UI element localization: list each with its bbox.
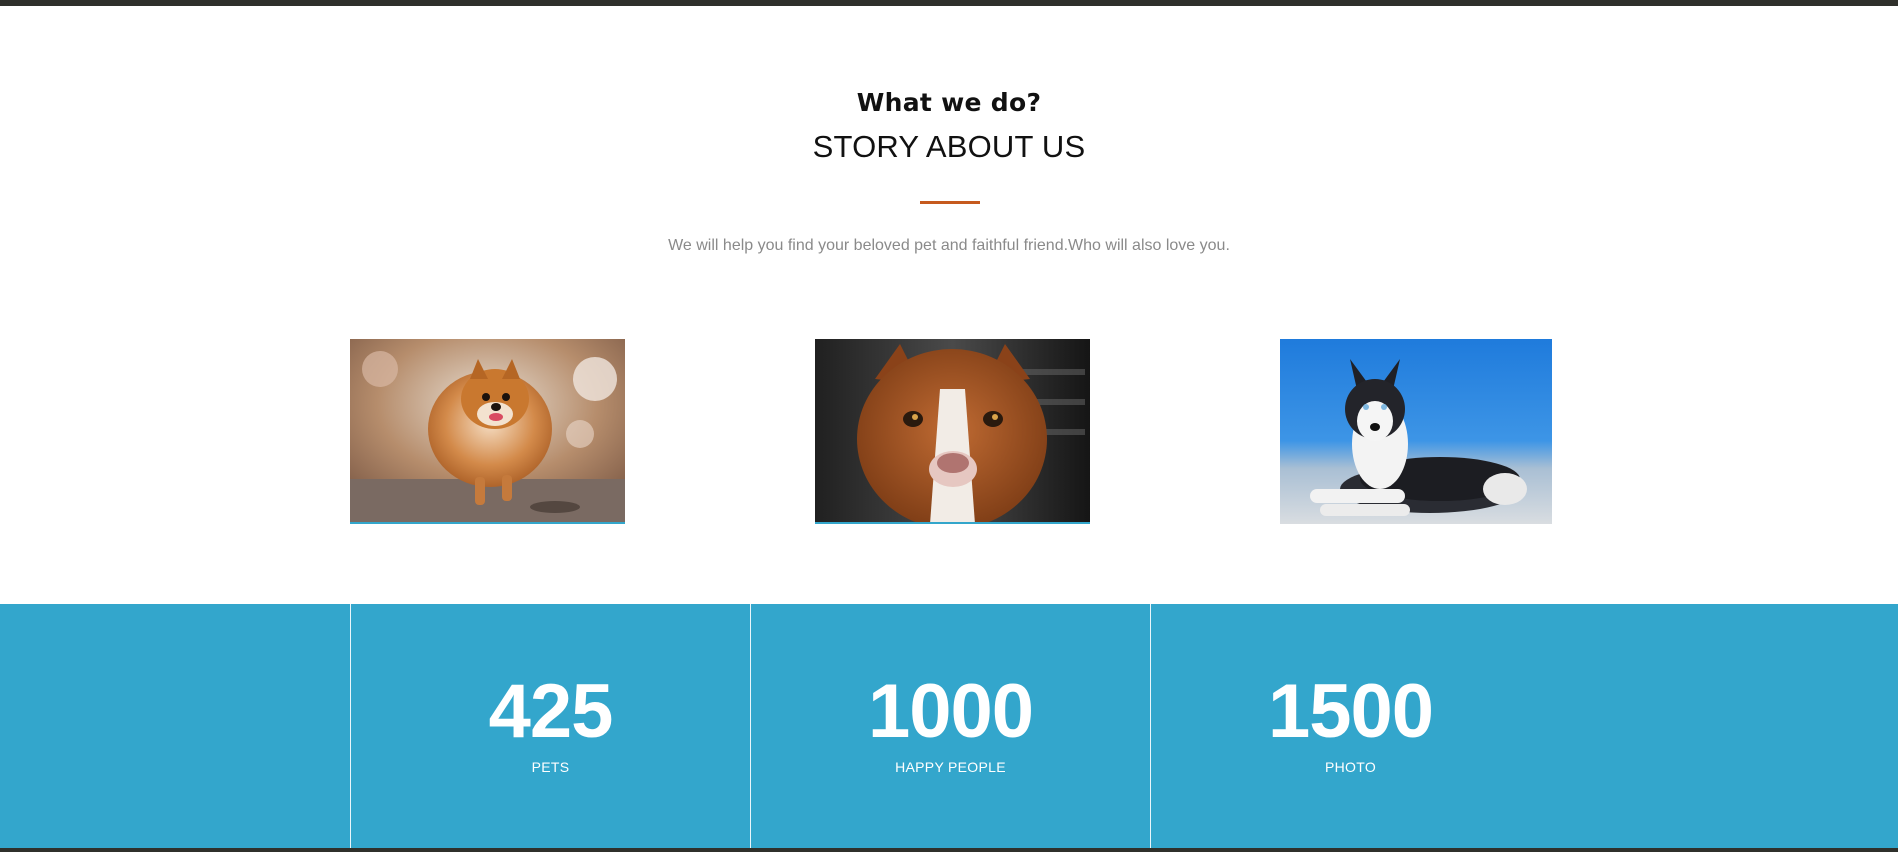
- stat-pets: 425 PETS: [350, 604, 750, 848]
- section-eyebrow: What we do?: [856, 88, 1042, 117]
- stat-label: PETS: [531, 759, 570, 775]
- stat-number: 1500: [1267, 669, 1434, 754]
- stat-happy-people: 1000 HAPPY PEOPLE: [750, 604, 1150, 848]
- photo-underline: [815, 522, 1090, 524]
- stat-label: PHOTO: [1324, 759, 1377, 775]
- stat-label: HAPPY PEOPLE: [895, 759, 1006, 775]
- header-bottom-edge: [0, 0, 1898, 6]
- pomeranian-photo[interactable]: [350, 339, 625, 524]
- pitbull-photo[interactable]: [815, 339, 1090, 524]
- stat-number: 425: [488, 669, 614, 754]
- footer-top-edge: [0, 848, 1898, 852]
- husky-photo[interactable]: [1280, 339, 1552, 524]
- section-subtitle: We will help you find your beloved pet a…: [668, 237, 1230, 254]
- stat-number: 1000: [867, 669, 1034, 754]
- photo-underline: [350, 522, 625, 524]
- title-divider: [920, 201, 980, 204]
- stat-photo: 1500 PHOTO: [1150, 604, 1550, 848]
- stats-band: 425 PETS 1000 HAPPY PEOPLE 1500 PHOTO: [0, 604, 1898, 848]
- section-title: STORY ABOUT US: [812, 129, 1086, 164]
